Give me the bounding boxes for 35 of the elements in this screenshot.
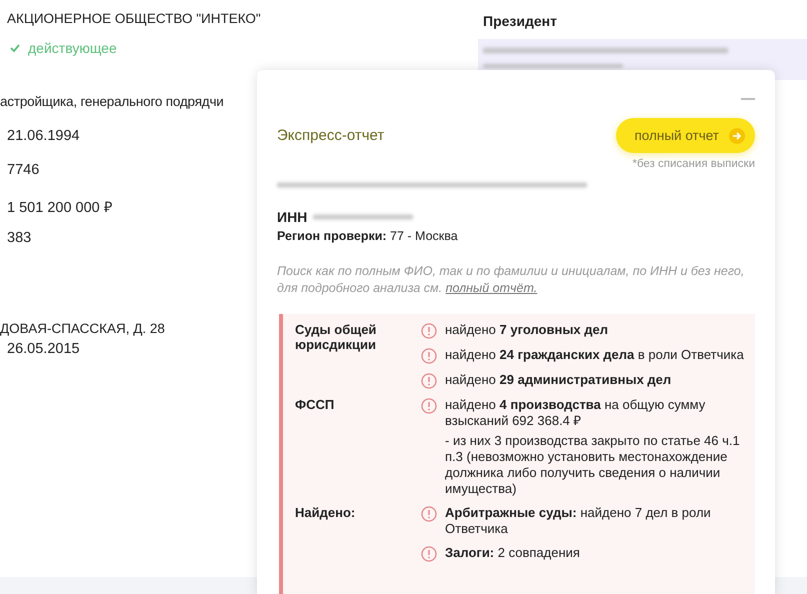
president-title: Президент <box>483 13 558 29</box>
finding-text: найдено 4 производства на общую сумму взысканий 692 368.4 ₽ <box>445 397 706 429</box>
check-icon <box>10 43 20 53</box>
full-report-link[interactable]: полный отчёт. <box>446 281 538 295</box>
finding-text: найдено 29 административных дел <box>445 372 672 388</box>
finding-note: - из них 3 производства закрыто по статье 46 ч.1 п.3 (невозможно установить местонахождение должника либо получить сведения о наличии имущества) <box>445 433 741 497</box>
activity-text: астройщика, генерального подрядчи <box>0 94 224 109</box>
field-value: 7746 <box>7 162 40 178</box>
warning-icon <box>421 323 437 339</box>
finding-text: Залоги: 2 совпадения <box>445 545 580 561</box>
finding-text: найдено 24 гражданских дела в роли Ответчика <box>445 347 744 363</box>
full-report-button[interactable]: полный отчет <box>616 118 755 153</box>
finding-text: Арбитражные суды: найдено 7 дел в роли Ответчика <box>445 505 712 537</box>
inn-label: ИНН <box>277 209 308 225</box>
warning-icon <box>421 348 437 364</box>
field-value: 26.05.2015 <box>7 341 80 357</box>
finding-label: Найдено: <box>295 505 356 522</box>
address-text: ДОВАЯ-СПАССКАЯ, Д. 28 <box>0 321 165 336</box>
status-text: действующее <box>28 40 117 56</box>
field-value: 383 <box>7 230 32 246</box>
warning-icon <box>421 398 437 414</box>
finding-label: Суды общей юрисдикции <box>295 322 378 354</box>
company-name: АКЦИОНЕРНОЕ ОБЩЕСТВО "ИНТЕКО" <box>7 11 261 26</box>
report-title: Экспресс-отчет <box>277 127 384 144</box>
region-text: Регион проверки: 77 - Москва <box>277 229 459 243</box>
finding-label: ФССП <box>295 397 336 414</box>
note-text: *без списания выписки <box>632 158 755 170</box>
field-value: 21.06.1994 <box>7 128 80 144</box>
minimize-button[interactable] <box>741 98 755 100</box>
warning-icon <box>421 506 437 522</box>
finding-text: найдено 7 уголовных дел <box>445 322 608 338</box>
hint-text: Поиск как по полным ФИО, так и по фамилии и инициалам, по ИНН и без него, для подробного анализа см. полный отчёт. <box>277 263 746 297</box>
warning-icon <box>421 373 437 389</box>
warning-icon <box>421 546 437 562</box>
field-value: 1 501 200 000 ₽ <box>7 199 112 212</box>
